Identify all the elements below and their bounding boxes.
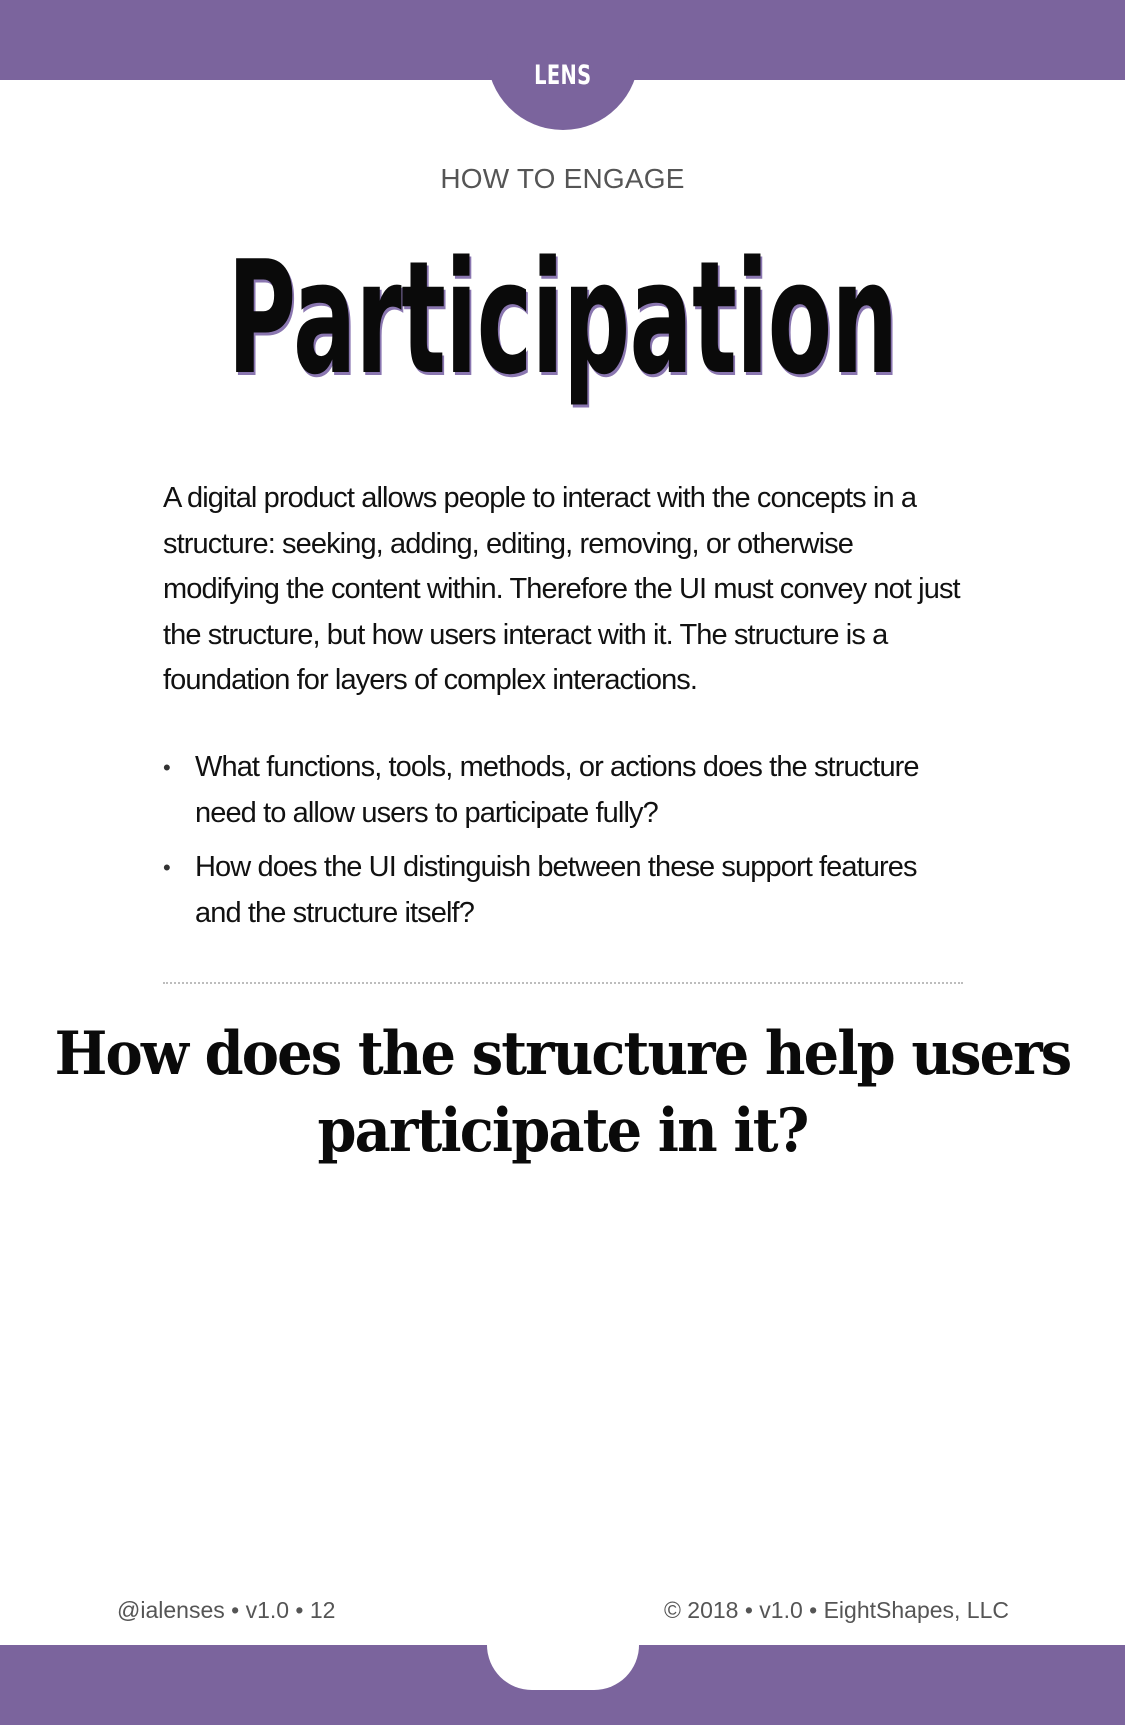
footer-copyright: © 2018 • v1.0 • EightShapes, LLC [663, 1597, 1009, 1623]
bullet-text: How does the UI distinguish between thes… [195, 851, 918, 929]
bullet-item: • How does the UI distinguish between th… [163, 845, 963, 936]
key-question: How does the structure help users partic… [54, 1019, 1073, 1166]
intro-paragraph: A digital product allows people to inter… [163, 482, 961, 696]
lens-label: LENS [534, 60, 592, 91]
bullet-marker: • [163, 755, 171, 780]
footer-handle-page: @ialenses • v1.0 • 12 [117, 1597, 336, 1623]
bullet-list: • What functions, tools, methods, or act… [163, 745, 963, 945]
section-kicker: HOW TO ENGAGE [440, 163, 685, 194]
lens-tab: LENS [487, 0, 639, 130]
bullet-item: • What functions, tools, methods, or act… [163, 745, 963, 836]
bullet-marker: • [163, 855, 171, 880]
bottom-notch [487, 1645, 639, 1690]
page-title: Participation [227, 227, 899, 409]
bullet-text: What functions, tools, methods, or actio… [195, 751, 920, 829]
dotted-divider [163, 982, 963, 984]
